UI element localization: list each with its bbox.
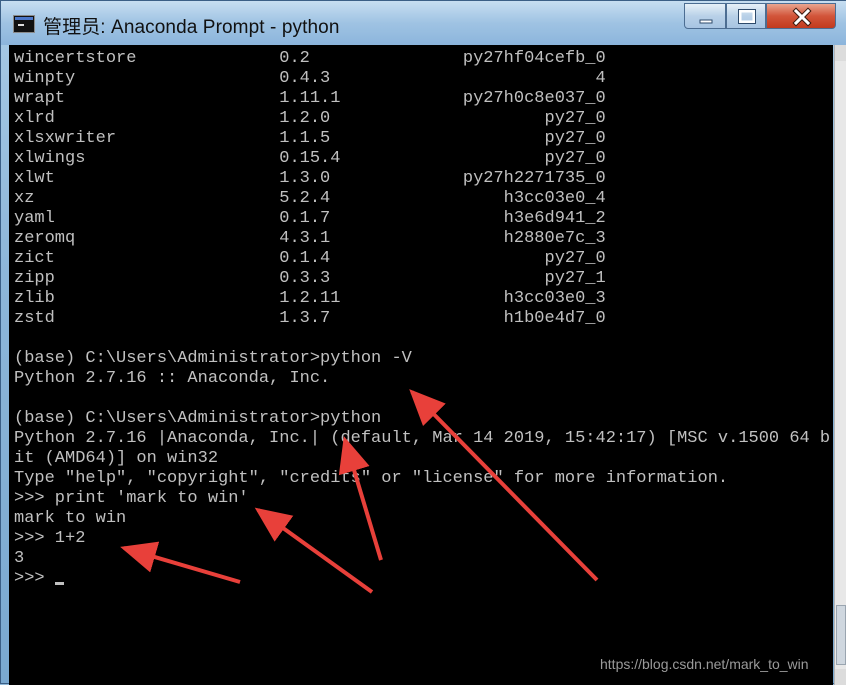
vertical-scrollbar[interactable] xyxy=(834,45,846,685)
console-icon[interactable] xyxy=(13,15,35,33)
maximize-icon xyxy=(738,9,756,24)
console-line: wincertstore 0.2 py27hf04cefb_0 xyxy=(14,49,606,68)
console-line: Type "help", "copyright", "credits" or "… xyxy=(14,469,729,488)
console-line: zipp 0.3.3 py27_1 xyxy=(14,269,606,288)
console-line: it (AMD64)] on win32 xyxy=(14,449,219,468)
console-line: >>> xyxy=(14,569,55,588)
console-line: xz 5.2.4 h3cc03e0_4 xyxy=(14,189,606,208)
console-line: zlib 1.2.11 h3cc03e0_3 xyxy=(14,289,606,308)
console-line: yaml 0.1.7 h3e6d941_2 xyxy=(14,209,606,228)
console-line: zict 0.1.4 py27_0 xyxy=(14,249,606,268)
watermark: https://blog.csdn.net/mark_to_win xyxy=(600,656,809,672)
scroll-down-arrow[interactable] xyxy=(835,669,846,685)
window-title: 管理员: Anaconda Prompt - python xyxy=(43,17,340,38)
console-line: Python 2.7.16 |Anaconda, Inc.| (default,… xyxy=(14,429,831,448)
console-line: Python 2.7.16 :: Anaconda, Inc. xyxy=(14,369,331,388)
console-line: zstd 1.3.7 h1b0e4d7_0 xyxy=(14,309,606,328)
console-output[interactable]: wincertstore 0.2 py27hf04cefb_0 winpty 0.… xyxy=(9,45,833,685)
minimize-icon xyxy=(699,19,713,24)
console-line: xlrd 1.2.0 py27_0 xyxy=(14,109,606,128)
console-line: winpty 0.4.3 4 xyxy=(14,69,606,88)
console-line: xlwt 1.3.0 py27h2271735_0 xyxy=(14,169,606,188)
console-line: (base) C:\Users\Administrator>python xyxy=(14,409,382,428)
console-line: >>> print 'mark to win' xyxy=(14,489,249,508)
console-line: >>> 1+2 xyxy=(14,529,86,548)
scroll-thumb[interactable] xyxy=(836,605,846,665)
text-cursor xyxy=(54,582,64,585)
console-line: mark to win xyxy=(14,509,127,528)
console-line: (base) C:\Users\Administrator>python -V xyxy=(14,349,412,368)
console-line: zeromq 4.3.1 h2880e7c_3 xyxy=(14,229,606,248)
close-button[interactable] xyxy=(766,3,836,29)
console-line: wrapt 1.11.1 py27h0c8e037_0 xyxy=(14,89,606,108)
maximize-button[interactable] xyxy=(726,3,766,29)
close-icon xyxy=(792,7,812,27)
minimize-button[interactable] xyxy=(684,3,726,29)
console-line: 3 xyxy=(14,549,25,568)
scroll-up-arrow[interactable] xyxy=(835,45,846,61)
console-line: xlwings 0.15.4 py27_0 xyxy=(14,149,606,168)
console-window: 管理员: Anaconda Prompt - python wincertsto… xyxy=(0,0,846,685)
console-line: xlsxwriter 1.1.5 py27_0 xyxy=(14,129,606,148)
